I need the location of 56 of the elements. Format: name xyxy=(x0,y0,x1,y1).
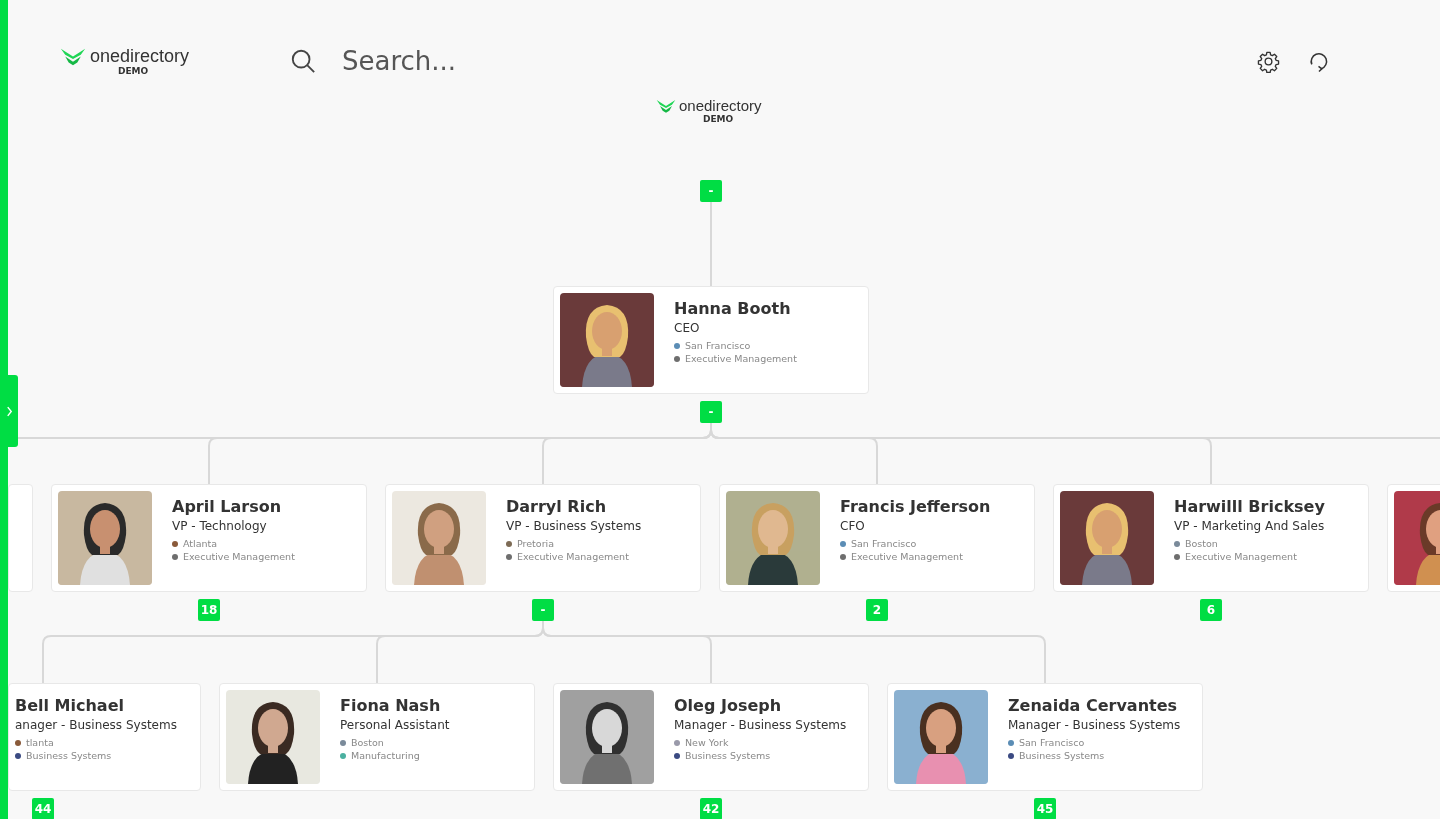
person-card[interactable]: Oleg Joseph Manager - Business Systems New York Business Systems xyxy=(553,683,869,791)
location-text: Atlanta xyxy=(183,538,218,549)
job-title: VP - Business Systems xyxy=(506,519,642,533)
person-name: Harwilll Bricksey xyxy=(1174,497,1325,516)
person-card[interactable]: Zenaida Cervantes Manager - Business Systems San Francisco Business Systems xyxy=(887,683,1203,791)
search-field[interactable]: Search... xyxy=(340,45,644,77)
location-text: Boston xyxy=(351,737,384,748)
person-name: Fiona Nash xyxy=(340,696,442,715)
job-title: Personal Assistant xyxy=(340,718,450,732)
chevron-right-icon xyxy=(5,405,13,417)
person-card[interactable]: April Larson VP - Technology Atlanta Executive Management xyxy=(51,484,367,592)
logo-tag: DEMO xyxy=(118,66,190,76)
job-title: VP - Technology xyxy=(172,519,268,533)
department-text: Executive Management xyxy=(517,551,629,562)
settings-icon[interactable] xyxy=(1257,49,1280,73)
person-name: April Larson xyxy=(172,497,283,516)
job-title: CEO xyxy=(674,321,701,335)
job-title: CFO xyxy=(840,519,866,533)
job-title: anager - Business Systems xyxy=(15,718,177,732)
person-name: Francis Jefferson xyxy=(840,497,991,516)
person-card[interactable]: Harwilll Bricksey VP - Marketing And Sales Boston Executive Management xyxy=(1053,484,1369,592)
logo-icon xyxy=(656,98,676,114)
person-card[interactable]: Fiona Nash Personal Assistant Boston Manufacturing xyxy=(219,683,535,791)
job-title: VP - Marketing And Sales xyxy=(1174,519,1325,533)
logo-text: onedirectory xyxy=(679,98,762,114)
person-name: Bell Michael xyxy=(15,696,125,715)
location-text: New York xyxy=(685,737,729,748)
location-text: San Francisco xyxy=(851,538,917,549)
department-text: Business Systems xyxy=(26,750,112,761)
location-text: San Francisco xyxy=(1019,737,1085,748)
department-text: Executive Management xyxy=(183,551,295,562)
logo-tag: DEMO xyxy=(703,114,762,124)
department-text: Business Systems xyxy=(1019,750,1105,761)
logo-icon xyxy=(60,46,86,67)
location-text: Pretoria xyxy=(517,538,554,549)
person-card[interactable]: Hanna Booth CEO San Francisco Executive Management xyxy=(553,286,869,394)
location-text: San Francisco xyxy=(685,340,751,351)
job-title: Manager - Business Systems xyxy=(1008,718,1181,732)
person-name: Hanna Booth xyxy=(674,299,792,318)
department-text: Business Systems xyxy=(685,750,771,761)
department-text: Executive Management xyxy=(685,353,797,364)
department-text: Executive Management xyxy=(1185,551,1297,562)
person-name: Oleg Joseph xyxy=(674,696,783,715)
person-card[interactable]: Francis Jefferson CFO San Francisco Executive Management xyxy=(719,484,1035,592)
person-card[interactable]: Darryl Rich VP - Business Systems Pretoria Executive Management xyxy=(385,484,701,592)
department-text: Manufacturing xyxy=(351,750,420,761)
location-text: tlanta xyxy=(26,737,54,748)
person-card[interactable]: Bell Michael anager - Business Systems tlanta Business Systems xyxy=(8,683,201,791)
search-icon[interactable] xyxy=(290,48,316,74)
department-text: Executive Management xyxy=(851,551,963,562)
logo-text: onedirectory xyxy=(90,46,190,66)
location-text: Boston xyxy=(1185,538,1218,549)
sidebar-toggle[interactable] xyxy=(0,375,18,447)
job-title: Manager - Business Systems xyxy=(674,718,847,732)
person-name: Darryl Rich xyxy=(506,497,608,516)
person-name: Zenaida Cervantes xyxy=(1008,696,1179,715)
